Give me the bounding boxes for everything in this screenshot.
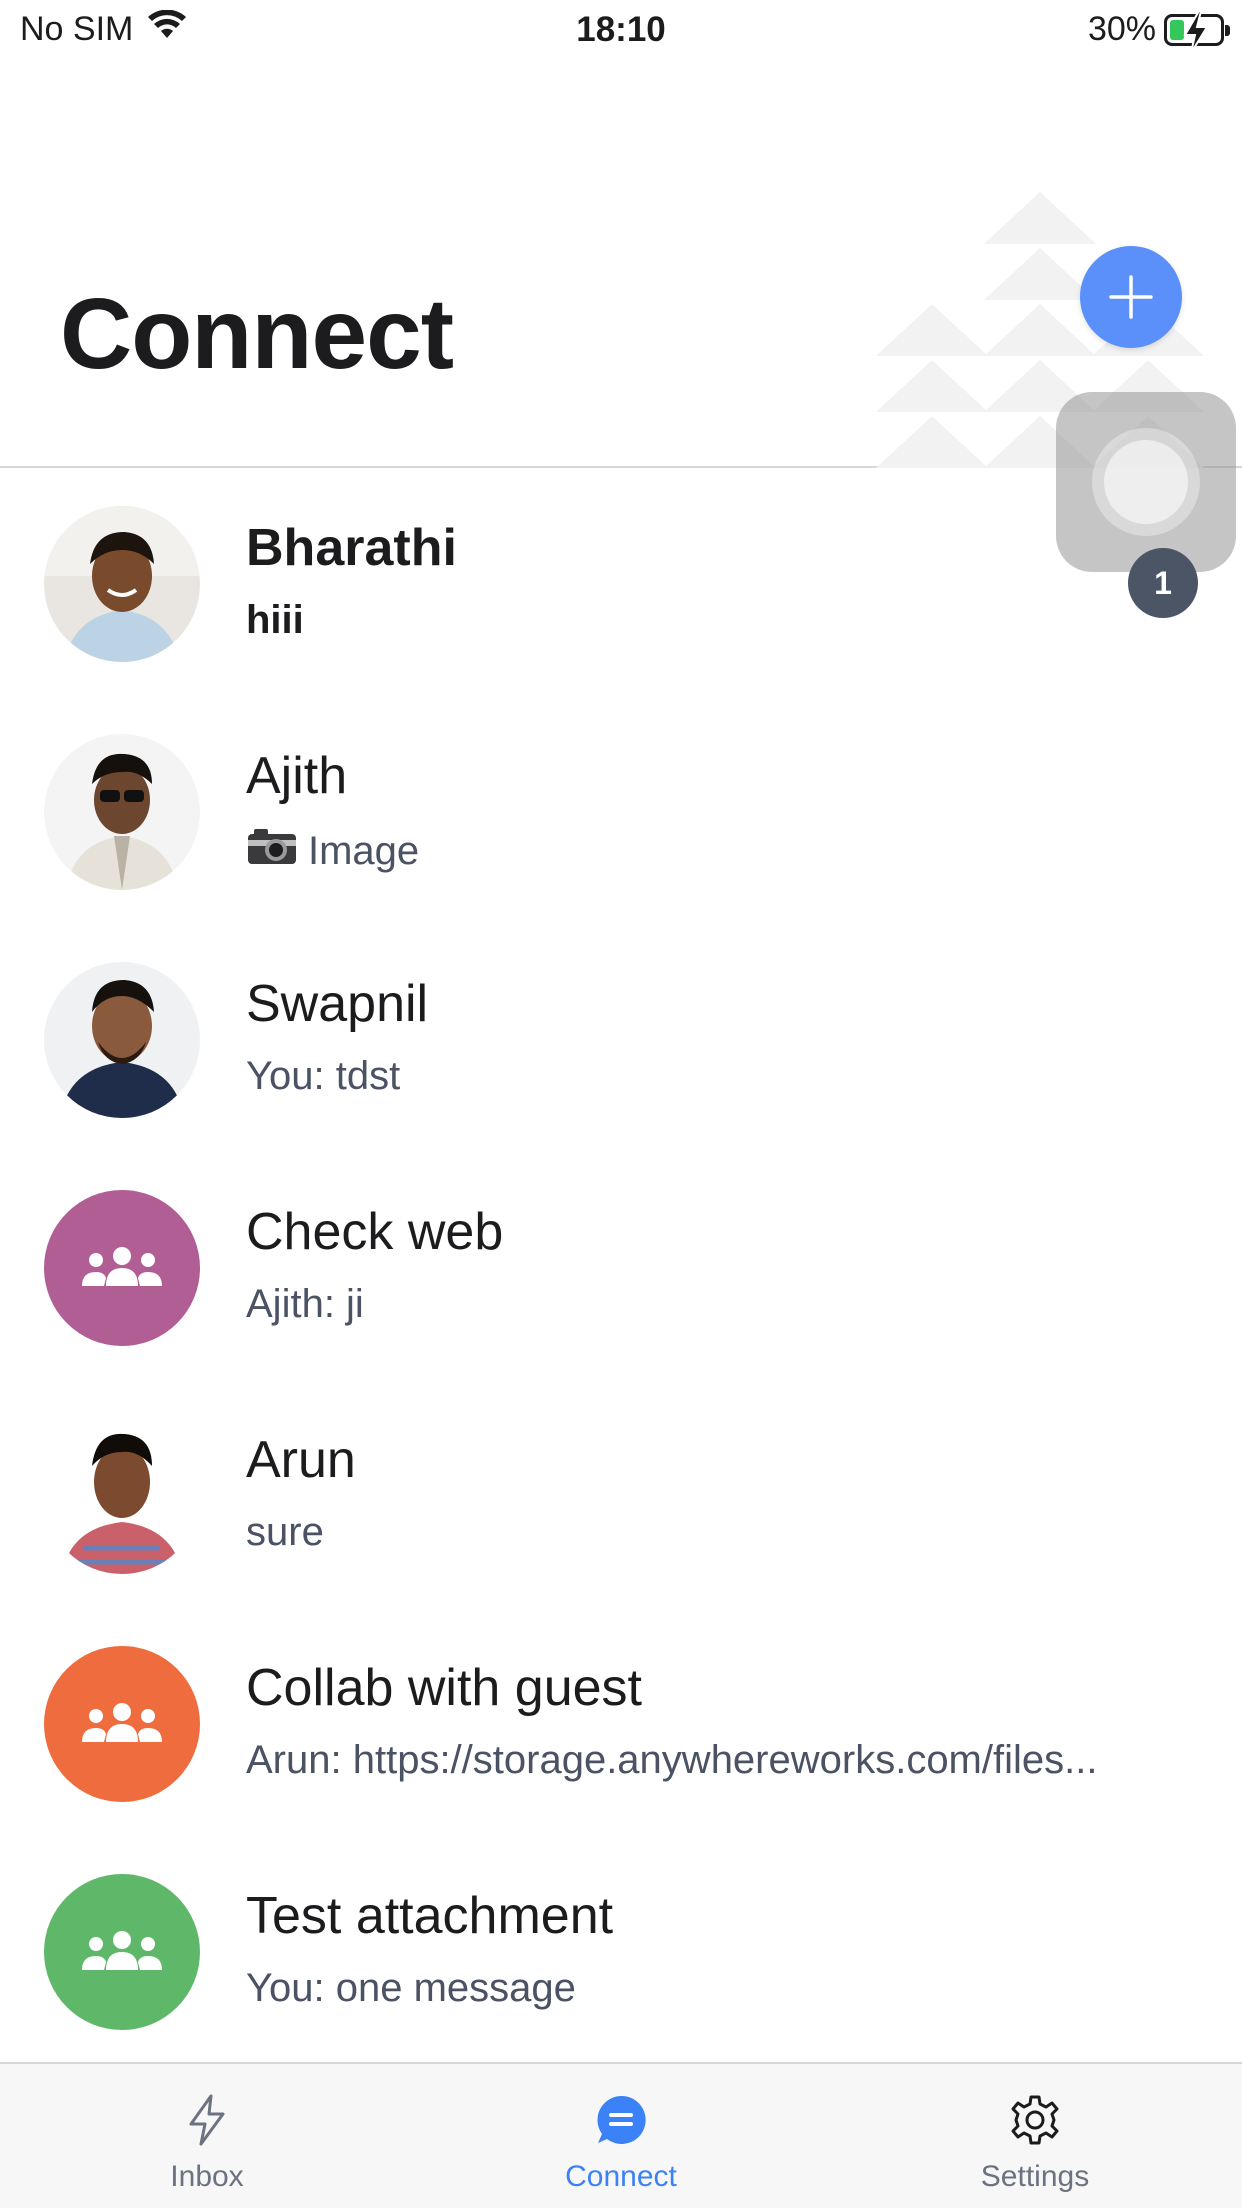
- tab-label: Connect: [565, 2160, 677, 2193]
- avatar: [44, 962, 200, 1118]
- group-avatar: [44, 1190, 200, 1346]
- conversation-preview: Arun: https://storage.anywhereworks.com/…: [246, 1738, 1146, 1783]
- assistive-touch-button[interactable]: [1056, 392, 1236, 572]
- connect-screen: No SIM 18:10 30% Connect Bharathi hiii A…: [0, 0, 1242, 2208]
- group-icon: [82, 1247, 162, 1286]
- battery-icon: [1164, 10, 1230, 53]
- clock: 18:10: [576, 10, 666, 49]
- conversation-row[interactable]: Check web Ajith: ji: [0, 1154, 1242, 1382]
- preview-text: Ajith: ji: [246, 1282, 364, 1326]
- conversation-row[interactable]: Ajith Image: [0, 698, 1242, 926]
- tab-connect[interactable]: Connect: [414, 2064, 828, 2208]
- tab-label: Settings: [980, 2160, 1090, 2193]
- tab-settings[interactable]: Settings: [828, 2064, 1242, 2208]
- preview-text: Arun: https://storage.anywhereworks.com/…: [246, 1738, 1098, 1782]
- status-bar: No SIM 18:10 30%: [0, 0, 1242, 62]
- conversation-row[interactable]: Arun sure: [0, 1382, 1242, 1610]
- tab-inbox[interactable]: Inbox: [0, 2064, 414, 2208]
- conversation-list: Bharathi hiii Ajith Image Swapnil You: t…: [0, 470, 1242, 2066]
- avatar: [44, 1418, 200, 1574]
- conversation-name: Test attachment: [246, 1887, 614, 1945]
- conversation-name: Collab with guest: [246, 1659, 642, 1717]
- group-icon: [82, 1931, 162, 1970]
- unread-count-badge: 1: [1128, 548, 1198, 618]
- conversation-name: Ajith: [246, 747, 348, 805]
- conversation-preview: Ajith: ji: [246, 1282, 1146, 1327]
- group-avatar: [44, 1646, 200, 1802]
- header: Connect: [0, 62, 1242, 468]
- conversation-preview: sure: [246, 1510, 1146, 1555]
- preview-text: Image: [308, 828, 420, 873]
- gear-icon: [1011, 2095, 1059, 2145]
- preview-text: You: tdst: [246, 1054, 401, 1098]
- battery-percent: 30%: [1087, 10, 1156, 48]
- conversation-preview: You: tdst: [246, 1054, 1146, 1099]
- conversation-preview: Image: [246, 826, 1146, 876]
- plus-icon: [1109, 275, 1153, 319]
- conversation-name: Swapnil: [246, 975, 429, 1033]
- conversation-row[interactable]: Collab with guest Arun: https://storage.…: [0, 1610, 1242, 1838]
- chat-bubble-icon: [597, 2095, 646, 2144]
- conversation-row[interactable]: Swapnil You: tdst: [0, 926, 1242, 1154]
- conversation-preview: hiii: [246, 598, 1146, 643]
- conversation-name: Bharathi: [246, 519, 457, 577]
- preview-text: You: one message: [246, 1966, 576, 2010]
- avatar: [44, 506, 200, 662]
- conversation-name: Arun: [246, 1431, 356, 1489]
- tab-bar: Inbox Connect Settings: [0, 2062, 1242, 2208]
- preview-text: hiii: [246, 598, 304, 642]
- new-conversation-button[interactable]: [1080, 246, 1182, 348]
- avatar: [44, 734, 200, 890]
- group-icon: [82, 1703, 162, 1742]
- conversation-preview: You: one message: [246, 1966, 1146, 2011]
- status-right: 30%: [1087, 10, 1230, 53]
- page-title: Connect: [60, 278, 454, 390]
- tab-label: Inbox: [170, 2160, 244, 2193]
- conversation-name: Check web: [246, 1203, 504, 1261]
- lightning-icon: [189, 2094, 225, 2146]
- group-avatar: [44, 1874, 200, 2030]
- preview-text: sure: [246, 1510, 324, 1554]
- camera-icon: [246, 826, 298, 876]
- conversation-row[interactable]: Test attachment You: one message: [0, 1838, 1242, 2066]
